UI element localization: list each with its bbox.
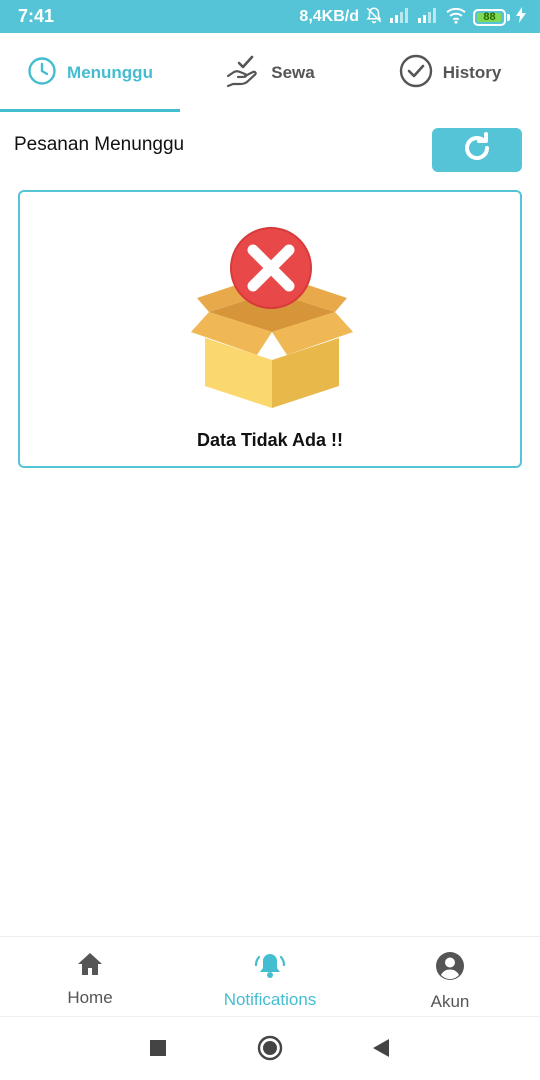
nav-label-notifications: Notifications (223, 990, 317, 1009)
section-title: Pesanan Menunggu (14, 134, 185, 155)
nav-item-home[interactable]: Home (0, 937, 180, 1017)
recent-apps-button[interactable] (145, 1037, 171, 1063)
account-icon (435, 951, 465, 986)
battery-icon: 88 (473, 8, 506, 26)
wifi-icon (445, 6, 467, 29)
tab-label-history: History (442, 63, 502, 82)
charging-icon (516, 6, 526, 28)
bottom-navigation: Home Notifications Akun (0, 936, 540, 1016)
empty-box-icon (187, 220, 357, 415)
bell-icon (254, 951, 286, 984)
nav-item-akun[interactable]: Akun (360, 937, 540, 1017)
nav-item-notifications[interactable]: Notifications (180, 937, 360, 1017)
nav-label-home: Home (67, 988, 113, 1007)
status-bar: 7:41 8,4KB/d 88 (0, 0, 540, 33)
signal-icon (389, 7, 411, 28)
status-icons: 8,4KB/d 88 (299, 5, 526, 29)
refresh-button[interactable] (432, 128, 522, 172)
square-icon (149, 1039, 167, 1062)
home-icon (76, 951, 104, 982)
check-circle-icon (399, 54, 433, 93)
clock-icon (27, 56, 57, 91)
top-tabs: Menunggu Sewa History (0, 33, 540, 113)
battery-level: 88 (483, 11, 496, 23)
tab-menunggu[interactable]: Menunggu (0, 33, 180, 113)
empty-state-card: Data Tidak Ada !! (18, 190, 522, 468)
tab-label-sewa: Sewa (271, 63, 315, 82)
tab-label-menunggu: Menunggu (67, 63, 153, 82)
battery-tip (507, 13, 510, 21)
empty-state-message: Data Tidak Ada !! (196, 430, 344, 450)
hand-check-icon (225, 54, 261, 93)
system-navigation-bar (0, 1016, 540, 1080)
back-button[interactable] (368, 1037, 394, 1063)
triangle-back-icon (372, 1038, 390, 1063)
circle-icon (257, 1035, 283, 1066)
mute-bell-icon (365, 6, 383, 29)
network-speed: 8,4KB/d (299, 8, 359, 25)
status-time: 7:41 (18, 6, 55, 26)
refresh-icon (460, 131, 494, 170)
signal-icon-2 (417, 7, 439, 28)
active-tab-indicator (0, 109, 180, 112)
tab-history[interactable]: History (360, 33, 540, 113)
home-system-button[interactable] (257, 1035, 283, 1066)
tab-sewa[interactable]: Sewa (180, 33, 360, 113)
nav-label-akun: Akun (430, 992, 470, 1011)
